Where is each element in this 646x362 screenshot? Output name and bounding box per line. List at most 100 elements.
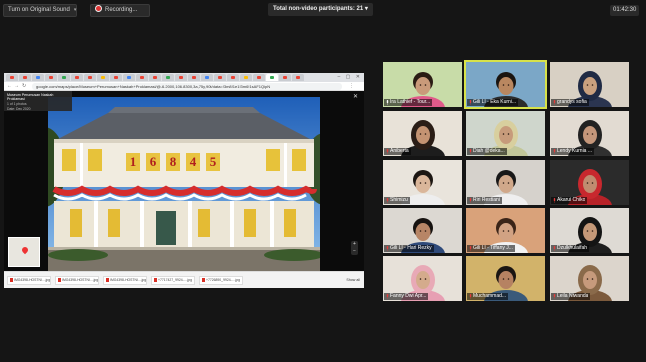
microphone-muted-icon <box>386 246 389 251</box>
shared-screen[interactable]: – ▢ ✕ ← → ↻ google.com/maps/place/Museum… <box>4 73 364 288</box>
participant-tile[interactable]: grandys sofia <box>550 62 629 107</box>
download-item[interactable]: IMG4398-HOSTNI....jpg <box>103 275 147 285</box>
microphone-muted-icon <box>386 149 389 154</box>
participant-name: Lendy Kurnia ... <box>557 148 593 154</box>
close-icon[interactable]: ✕ <box>353 94 358 100</box>
url-field[interactable]: google.com/maps/place/Museum+Perumusan+N… <box>32 83 342 90</box>
participants-label: Total non-video participants: 21 <box>273 6 364 12</box>
participant-nameplate: Akarui Chiko <box>551 197 588 204</box>
participant-name: Riri Restiani <box>473 197 500 203</box>
browser-tab[interactable] <box>32 74 44 81</box>
year-plaque: 1 6 8 4 5 <box>126 153 220 171</box>
browser-tab[interactable] <box>162 74 174 81</box>
participant-tile[interactable]: Ira Lathief - Tour... <box>383 62 462 107</box>
participant-tile[interactable]: Gili LI - Tiffany J... <box>466 208 545 253</box>
participant-name: Ira Lathief - Tour... <box>390 99 431 105</box>
browser-tab[interactable] <box>97 74 109 81</box>
participant-tile[interactable]: Aniberta <box>383 111 462 156</box>
download-filename: IMG4398-HOSTNI....jpg <box>62 277 99 282</box>
participant-tile[interactable]: Akarui Chiko <box>550 160 629 205</box>
photo-count: 1 of 1 photos <box>7 102 27 106</box>
browser-tab[interactable] <box>188 74 200 81</box>
zoom-meeting-window: Turn on Original Sound ▾ Recording... Tot… <box>0 0 646 362</box>
microphone-muted-icon <box>553 246 556 251</box>
participant-tile[interactable]: Diah @deka... <box>466 111 545 156</box>
window-controls[interactable]: – ▢ ✕ <box>338 74 362 82</box>
record-icon <box>95 5 102 12</box>
microphone-muted-icon <box>469 198 472 203</box>
microphone-muted-icon <box>553 294 556 299</box>
browser-tab-active[interactable] <box>266 74 278 81</box>
reload-icon[interactable]: ↻ <box>22 83 26 89</box>
year-digit: 5 <box>206 153 220 171</box>
original-sound-button[interactable]: Turn on Original Sound ▾ <box>3 4 77 17</box>
year-digit: 6 <box>146 153 160 171</box>
file-icon <box>58 277 61 282</box>
building-photo[interactable]: 1 6 8 4 5 <box>48 97 320 271</box>
participant-nameplate: Ira Lathief - Tour... <box>384 99 433 106</box>
participant-tile[interactable]: Fanny Dwi Apr... <box>383 256 462 301</box>
participant-tile[interactable]: Lendy Kurnia ... <box>550 111 629 156</box>
browser-tab[interactable] <box>253 74 265 81</box>
browser-tab[interactable] <box>149 74 161 81</box>
download-item[interactable]: IMG4398-HOSTNI....jpg <box>55 275 99 285</box>
zoom-control[interactable]: + − <box>351 241 358 255</box>
map-pin-icon <box>20 245 30 255</box>
participant-nameplate: grandys sofia <box>551 99 589 106</box>
place-info-card[interactable]: Museum Perumusan Naskah Proklamasi 1 of … <box>4 91 72 111</box>
menu-icon[interactable]: ⋮ <box>349 83 354 89</box>
back-icon[interactable]: ← <box>7 83 12 89</box>
browser-tab[interactable] <box>19 74 31 81</box>
participant-tile[interactable]: Gili LI - Hari Rezky <box>383 208 462 253</box>
show-all-link[interactable]: Show all <box>346 278 360 282</box>
participant-name: Akarui Chiko <box>557 197 586 203</box>
participant-name: Leila Niwanda <box>557 293 589 299</box>
participant-nameplate: Fanny Dwi Apr... <box>384 293 429 300</box>
microphone-muted-icon <box>469 149 472 154</box>
download-item[interactable]: +7717427_9924-....jpg <box>151 275 195 285</box>
file-icon <box>10 277 13 282</box>
download-item[interactable]: +7726890_9924-....jpg <box>199 275 243 285</box>
file-icon <box>202 277 205 282</box>
microphone-muted-icon <box>553 149 556 154</box>
participant-nameplate: Gili LI - Tiffany J... <box>467 245 515 252</box>
browser-tab[interactable] <box>136 74 148 81</box>
original-sound-label: Turn on Original Sound <box>8 7 70 13</box>
participants-dropdown[interactable]: Total non-video participants: 21 ▾ <box>268 3 373 16</box>
participant-tile[interactable]: Gili LI - Eka Kurni... <box>464 60 547 109</box>
browser-tab[interactable] <box>6 74 18 81</box>
participant-tile[interactable]: Riri Restiani <box>466 160 545 205</box>
browser-tab[interactable] <box>110 74 122 81</box>
browser-tab[interactable] <box>240 74 252 81</box>
browser-tab[interactable] <box>84 74 96 81</box>
participant-tile[interactable]: Shimizu <box>383 160 462 205</box>
browser-tab[interactable] <box>214 74 226 81</box>
browser-tab[interactable] <box>292 74 304 81</box>
recording-indicator[interactable]: Recording... <box>90 4 150 17</box>
participant-nameplate: Shimizu <box>384 197 410 204</box>
download-filename: +7726890_9924-....jpg <box>206 277 241 282</box>
browser-tab[interactable] <box>227 74 239 81</box>
participant-tile[interactable]: Leila Niwanda <box>550 256 629 301</box>
participant-nameplate: Gili LI - Eka Kurni... <box>467 99 519 106</box>
browser-tab[interactable] <box>279 74 291 81</box>
file-icon <box>154 277 157 282</box>
microphone-muted-icon <box>469 246 472 251</box>
participant-tile[interactable]: Muchammad... <box>466 256 545 301</box>
download-item[interactable]: IMG4398-HOSTNI....jpg <box>7 275 51 285</box>
photo-date: Date: Dec 2020 <box>7 107 31 111</box>
browser-tab[interactable] <box>71 74 83 81</box>
forward-icon[interactable]: → <box>14 83 19 89</box>
street-view-panel[interactable]: 1 6 8 4 5 Museum Perumusan Naskah Prokla… <box>4 91 364 271</box>
participant-tile[interactable]: Dzulkhulaifah <box>550 208 629 253</box>
browser-tab[interactable] <box>123 74 135 81</box>
participant-nameplate: Gili LI - Hari Rezky <box>384 245 434 252</box>
browser-tab[interactable] <box>45 74 57 81</box>
browser-tab[interactable] <box>201 74 213 81</box>
download-bar: IMG4398-HOSTNI....jpg IMG4398-HOSTNI....… <box>4 271 364 288</box>
chevron-down-icon[interactable]: ▾ <box>74 5 77 16</box>
participant-name: grandys sofia <box>557 99 587 105</box>
browser-tab[interactable] <box>58 74 70 81</box>
browser-tab[interactable] <box>175 74 187 81</box>
mini-map[interactable] <box>8 237 40 267</box>
